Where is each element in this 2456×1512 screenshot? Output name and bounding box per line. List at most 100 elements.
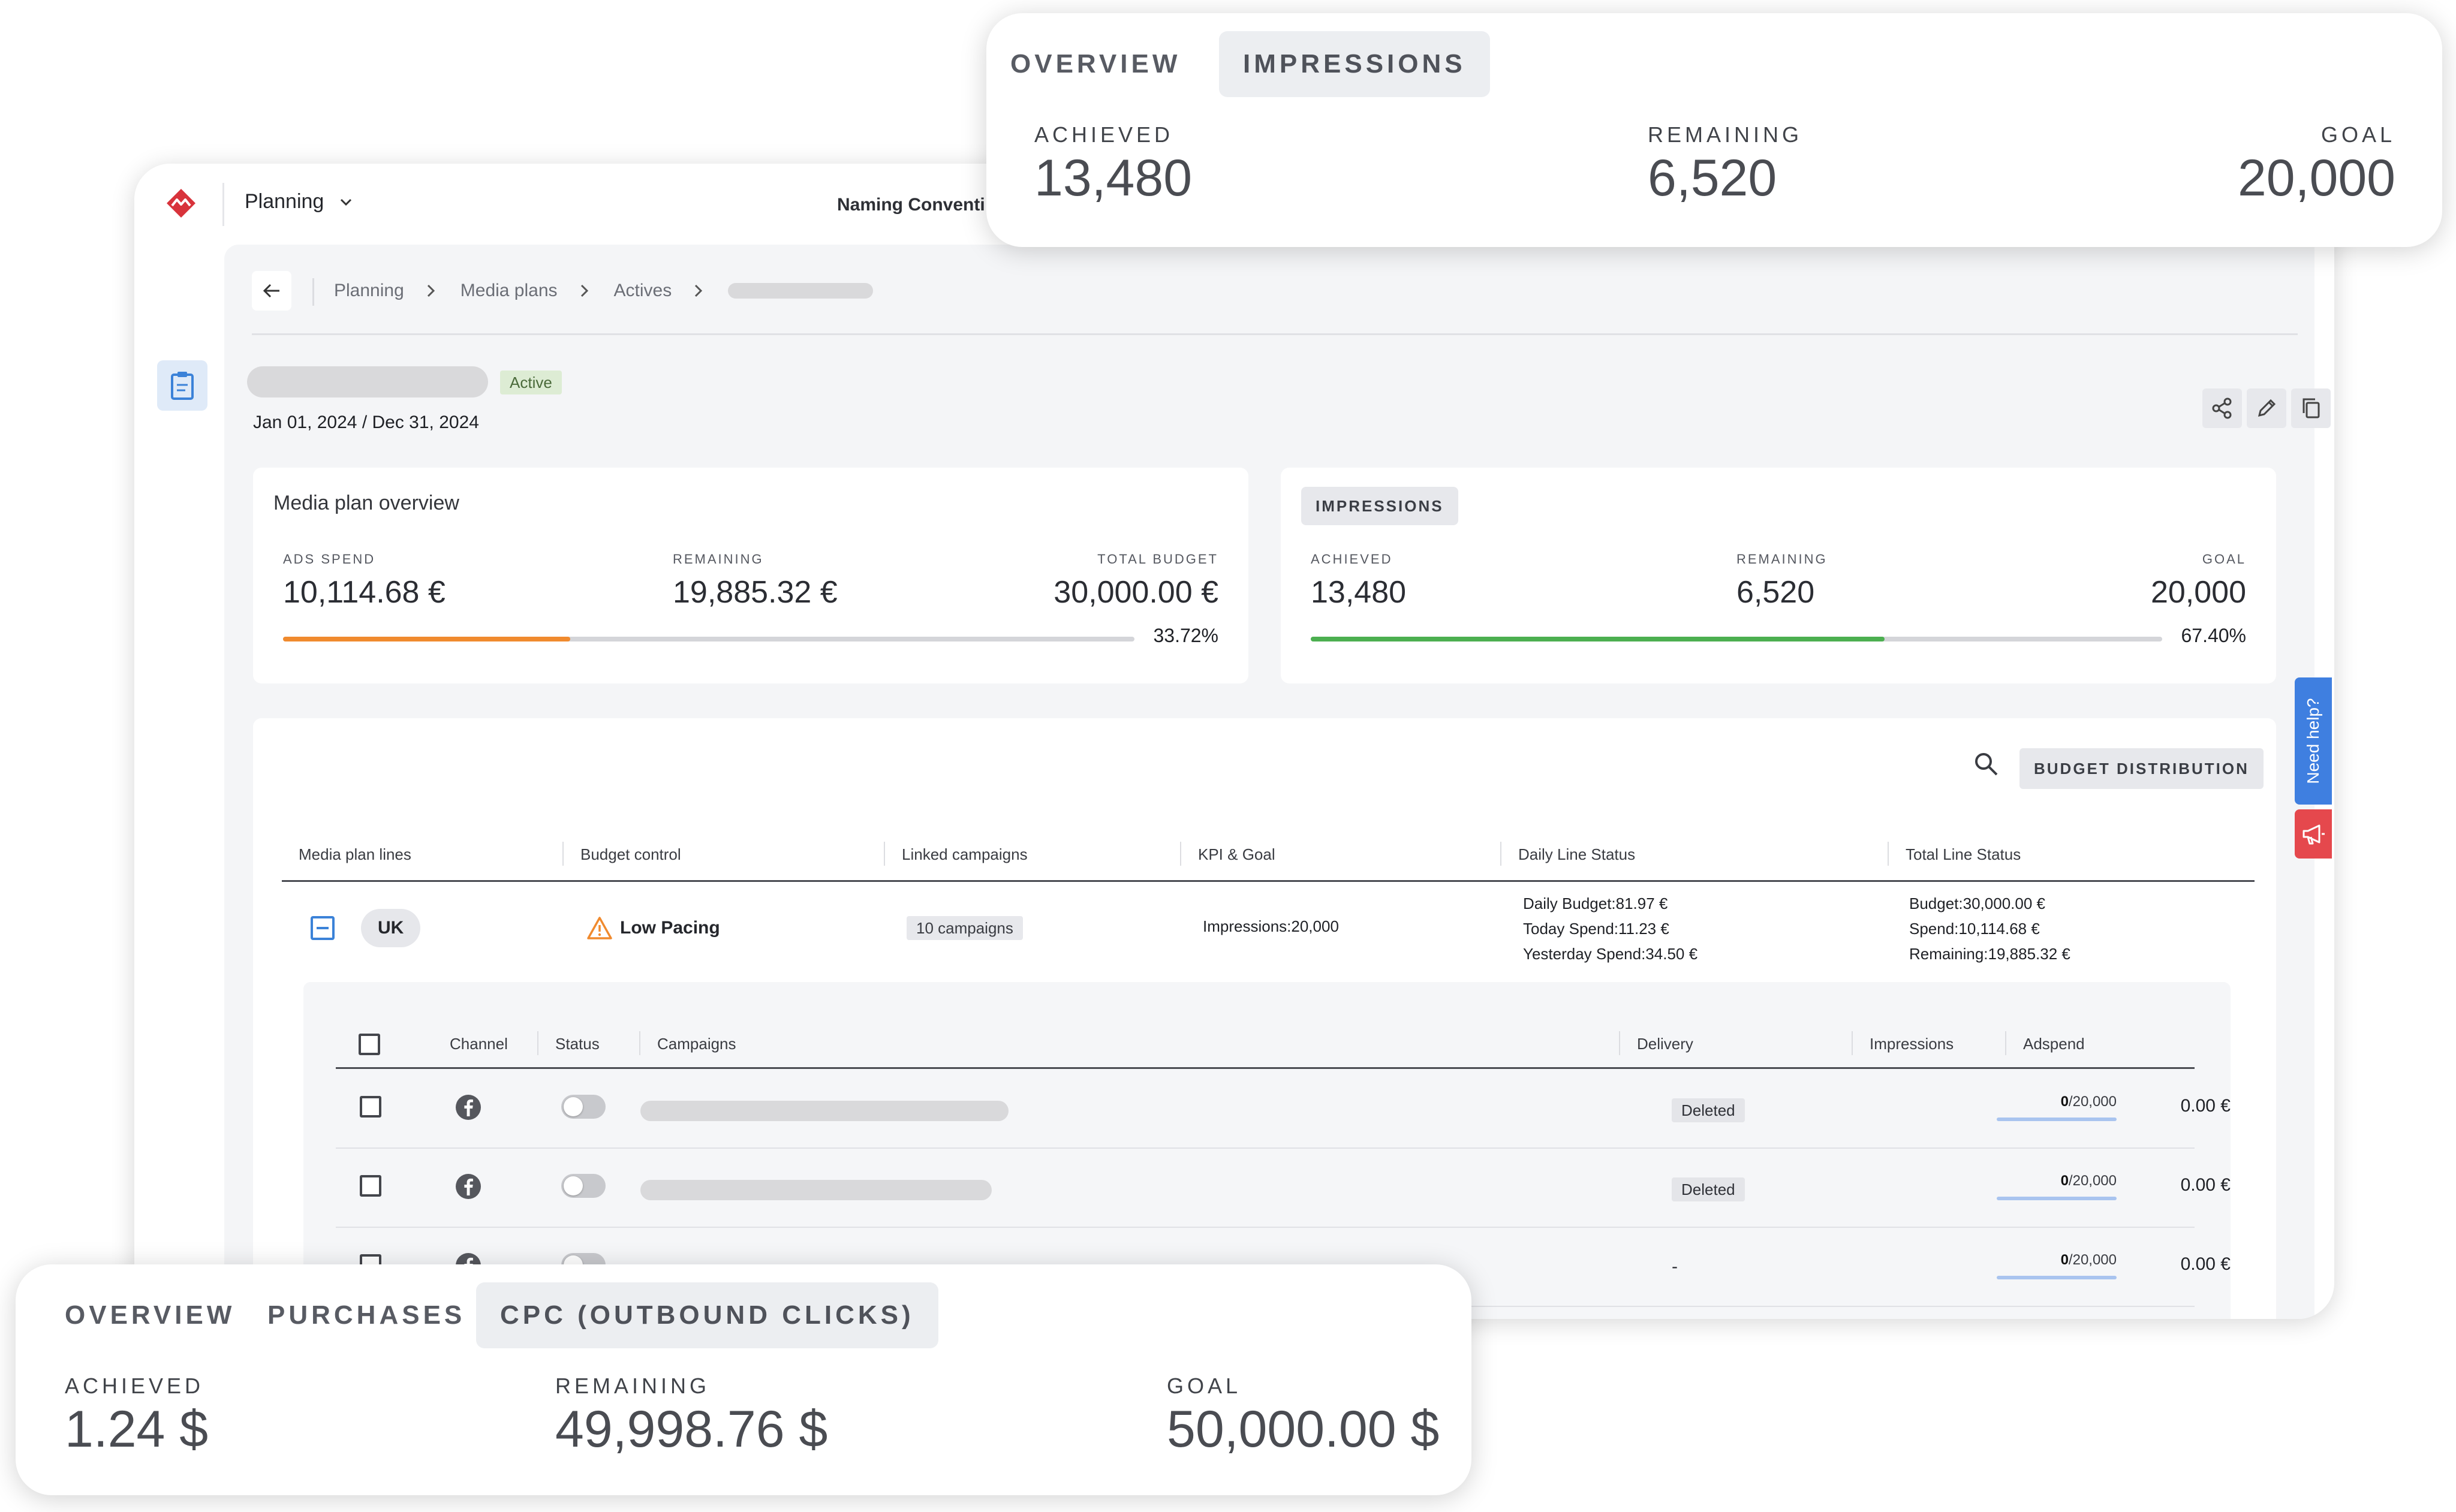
- budget-distribution-button[interactable]: BUDGET DISTRIBUTION: [2019, 748, 2264, 789]
- back-button[interactable]: [252, 271, 291, 311]
- edit-button[interactable]: [2247, 388, 2286, 428]
- remaining-metric: REMAINING 6,520: [1736, 552, 1828, 610]
- column-separator: [537, 1031, 538, 1055]
- metric-label: ACHIEVED: [1034, 122, 1174, 147]
- column-header[interactable]: Delivery: [1637, 1035, 1693, 1053]
- metric-value: 1.24 $: [65, 1400, 209, 1458]
- impressions-goal: /20,000: [2068, 1173, 2117, 1189]
- budget-progress-bar: [283, 637, 1134, 641]
- nav-naming-conventions[interactable]: Naming Conventi: [837, 195, 985, 215]
- module-label: Planning: [245, 190, 324, 213]
- metric-value: 6,520: [1648, 149, 1777, 207]
- metric-value: 6,520: [1736, 575, 1815, 610]
- goal-metric: GOAL 20,000: [2151, 552, 2246, 610]
- cpc-zoom-panel: OVERVIEW PURCHASES CPC (OUTBOUND CLICKS)…: [16, 1264, 1471, 1495]
- column-header[interactable]: Campaigns: [657, 1035, 736, 1053]
- breadcrumb-actives[interactable]: Actives: [614, 281, 672, 301]
- chevron-right-icon: [580, 284, 588, 297]
- column-separator: [1500, 842, 1501, 866]
- facebook-icon: [456, 1095, 481, 1120]
- impressions-progress-bar: [1997, 1197, 2117, 1200]
- column-separator: [1180, 842, 1181, 866]
- table-row[interactable]: Deleted 0/20,000 0.00 €: [336, 1070, 2231, 1149]
- media-plan-line-name[interactable]: UK: [361, 909, 421, 947]
- tab-impressions[interactable]: IMPRESSIONS: [1219, 31, 1490, 97]
- tab-purchases[interactable]: PURCHASES: [243, 1282, 489, 1348]
- column-header[interactable]: Total Line Status: [1906, 845, 2021, 864]
- table-row[interactable]: Deleted 0/20,000 0.00 €: [336, 1149, 2231, 1228]
- need-help-button[interactable]: Need help?: [2295, 677, 2332, 805]
- metric-value: 50,000.00 $: [1167, 1400, 1440, 1458]
- table-header-divider: [282, 880, 2255, 882]
- app-window: Planning Naming Conventi Planning Media …: [134, 164, 2334, 1319]
- column-header[interactable]: Impressions: [1870, 1035, 1954, 1053]
- plan-date-range: Jan 01, 2024 / Dec 31, 2024: [253, 412, 479, 432]
- sidebar-item-planning[interactable]: [157, 360, 207, 411]
- impressions-value: 0/20,000: [1997, 1173, 2117, 1189]
- column-separator: [884, 842, 885, 866]
- metric-label: ACHIEVED: [1311, 552, 1393, 567]
- metric-label: GOAL: [2320, 122, 2395, 147]
- breadcrumb-planning[interactable]: Planning: [334, 281, 404, 301]
- metric-label: REMAINING: [555, 1374, 711, 1398]
- impressions-done: 0: [2060, 1173, 2069, 1189]
- tab-cpc-outbound-clicks[interactable]: CPC (OUTBOUND CLICKS): [476, 1282, 938, 1348]
- tab-overview[interactable]: OVERVIEW: [41, 1282, 259, 1348]
- subtable-header-divider: [336, 1067, 2195, 1069]
- breadcrumb-current-placeholder: [728, 283, 874, 299]
- yesterday-spend: Yesterday Spend:34.50 €: [1523, 945, 1698, 963]
- breadcrumb-media-plans[interactable]: Media plans: [460, 281, 558, 301]
- impressions-progress-bar: [1311, 637, 2162, 641]
- column-header[interactable]: KPI & Goal: [1198, 845, 1275, 864]
- column-header[interactable]: Channel: [450, 1035, 508, 1053]
- metric-label: GOAL: [2202, 552, 2246, 567]
- row-checkbox[interactable]: [360, 1175, 381, 1197]
- impressions-progress-bar: [1997, 1276, 2117, 1279]
- column-header[interactable]: Adspend: [2023, 1035, 2085, 1053]
- announcements-button[interactable]: [2295, 809, 2332, 859]
- tab-impressions[interactable]: IMPRESSIONS: [1301, 487, 1458, 525]
- column-header[interactable]: Linked campaigns: [902, 845, 1028, 864]
- total-remaining: Remaining:19,885.32 €: [1909, 945, 2070, 963]
- copy-icon: [2302, 398, 2320, 418]
- row-checkbox[interactable]: [360, 1096, 381, 1118]
- metric-value: 13,480: [1034, 149, 1193, 207]
- arrow-left-icon: [263, 284, 279, 298]
- share-icon: [2212, 397, 2232, 419]
- brand-logo[interactable]: [165, 188, 197, 219]
- impressions-zoom-panel: OVERVIEW IMPRESSIONS ACHIEVED 13,480 REM…: [986, 13, 2442, 247]
- tab-overview[interactable]: OVERVIEW: [986, 31, 1205, 97]
- impressions-goal: /20,000: [2068, 1252, 2117, 1268]
- chevron-right-icon: [695, 284, 703, 297]
- linked-campaigns-chip[interactable]: 10 campaigns: [907, 916, 1023, 940]
- collapse-toggle[interactable]: [311, 916, 335, 940]
- achieved-metric: ACHIEVED 13,480: [1311, 552, 1406, 610]
- ads-spend-metric: ADS SPEND 10,114.68 €: [283, 552, 446, 610]
- column-header[interactable]: Status: [555, 1035, 600, 1053]
- status-toggle[interactable]: [561, 1174, 606, 1198]
- column-header[interactable]: Daily Line Status: [1518, 845, 1635, 864]
- metric-value: 20,000: [2237, 149, 2395, 207]
- sidebar: [134, 245, 224, 1319]
- remaining-metric: REMAINING 19,885.32 €: [673, 552, 838, 610]
- column-header[interactable]: Media plan lines: [299, 845, 411, 864]
- delivery-badge: Deleted: [1672, 1177, 1745, 1201]
- achieved-metric: ACHIEVED 13,480: [1034, 122, 1192, 208]
- budget-control-label: Low Pacing: [620, 918, 720, 938]
- media-plan-lines-card: BUDGET DISTRIBUTION Media plan lines Bud…: [253, 718, 2276, 1319]
- metric-label: REMAINING: [673, 552, 764, 567]
- module-selector[interactable]: Planning: [245, 190, 355, 213]
- impressions-done: 0: [2060, 1252, 2069, 1268]
- column-separator: [562, 842, 564, 866]
- select-all-checkbox[interactable]: [359, 1034, 380, 1055]
- search-icon[interactable]: [1973, 751, 1999, 777]
- achieved-metric: ACHIEVED 1.24 $: [65, 1374, 208, 1459]
- column-header[interactable]: Budget control: [580, 845, 681, 864]
- share-button[interactable]: [2202, 388, 2242, 428]
- kpi-goal: Impressions:20,000: [1203, 917, 1339, 935]
- impressions-goal: /20,000: [2068, 1094, 2117, 1110]
- duplicate-button[interactable]: [2291, 388, 2331, 428]
- goal-metric: GOAL 50,000.00 $: [1167, 1374, 1439, 1459]
- status-toggle[interactable]: [561, 1095, 606, 1119]
- breadcrumb: Planning Media plans Actives: [334, 281, 874, 301]
